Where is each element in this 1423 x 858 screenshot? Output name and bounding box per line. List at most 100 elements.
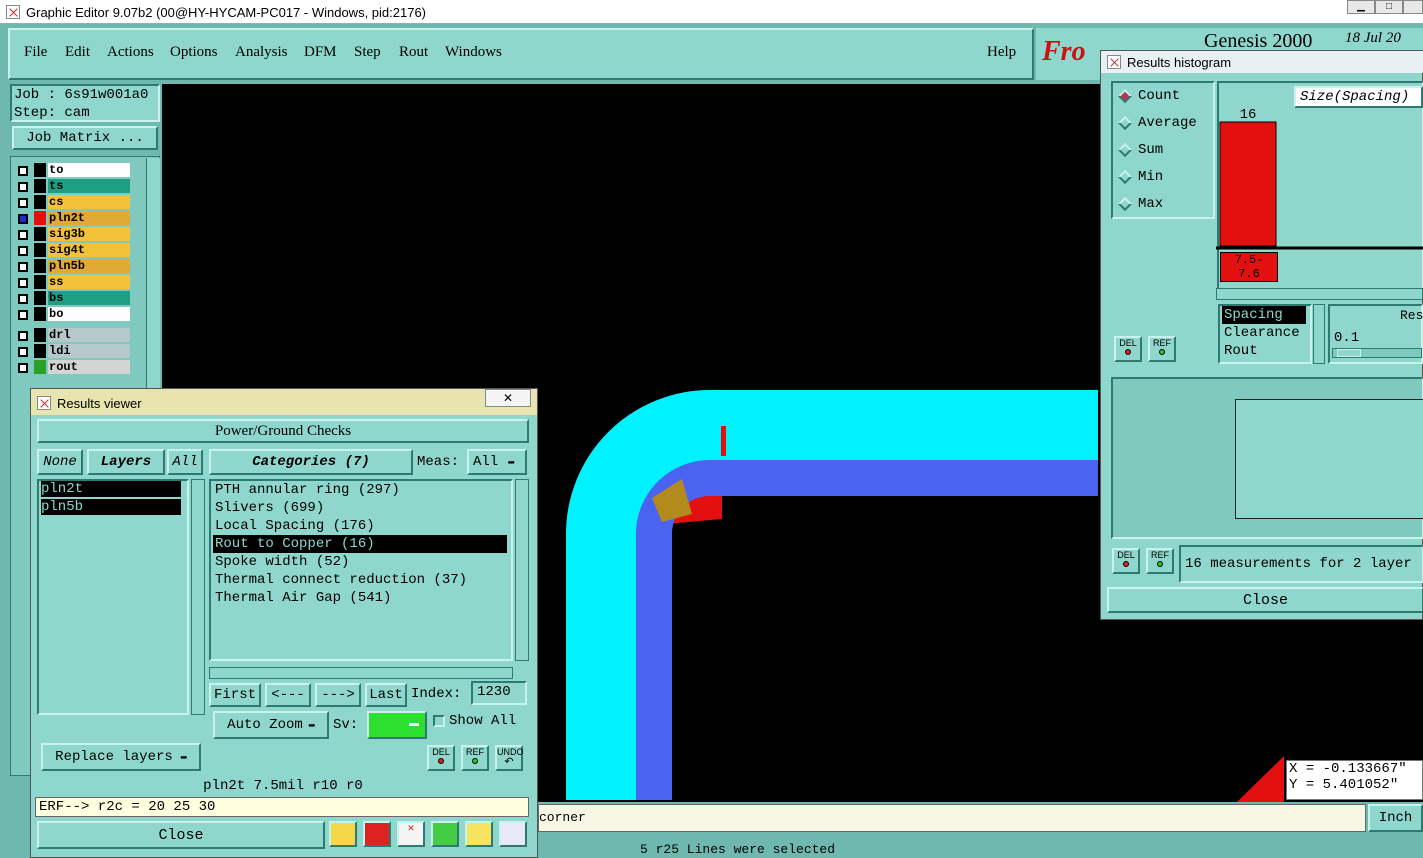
- histogram-icon[interactable]: [499, 821, 527, 847]
- layer-name[interactable]: drl: [48, 328, 130, 342]
- layer-row-bo[interactable]: bo: [14, 307, 132, 322]
- layer-name[interactable]: sig4t: [48, 243, 130, 257]
- categories-button[interactable]: Categories (7): [209, 449, 413, 475]
- histogram-bar[interactable]: [1219, 121, 1277, 247]
- next-button[interactable]: --->: [315, 683, 361, 707]
- histogram-close-button[interactable]: Close: [1107, 587, 1423, 613]
- layer-name[interactable]: pln2t: [48, 211, 130, 225]
- layer-checkbox[interactable]: [18, 198, 28, 208]
- layer-row-drl[interactable]: drl: [14, 328, 132, 343]
- histogram-del-button[interactable]: DEL: [1114, 336, 1142, 362]
- ref-button[interactable]: REF: [461, 745, 489, 771]
- category-item[interactable]: Thermal connect reduction (37): [213, 571, 507, 589]
- prev-button[interactable]: <---: [265, 683, 311, 707]
- menu-step[interactable]: Step: [354, 44, 381, 61]
- menu-windows[interactable]: Windows: [445, 44, 502, 61]
- layers-button[interactable]: Layers: [87, 449, 165, 475]
- mode-radio-min[interactable]: Min: [1117, 169, 1163, 185]
- layer-list-scrollbar[interactable]: [191, 479, 205, 715]
- layer-row-ss[interactable]: ss: [14, 275, 132, 290]
- category-item[interactable]: Thermal Air Gap (541): [213, 589, 507, 607]
- category-item[interactable]: Local Spacing (176): [213, 517, 507, 535]
- layer-row-ldi[interactable]: ldi: [14, 344, 132, 359]
- mode-radio-average[interactable]: Average: [1117, 115, 1197, 131]
- notes-icon[interactable]: [465, 821, 493, 847]
- type-item[interactable]: Rout: [1222, 342, 1306, 360]
- menu-file[interactable]: File: [24, 44, 47, 61]
- menu-rout[interactable]: Rout: [399, 44, 428, 61]
- layer-checkbox[interactable]: [18, 347, 28, 357]
- all-button[interactable]: All: [167, 449, 203, 475]
- numbering-icon[interactable]: [431, 821, 459, 847]
- layer-row-rout[interactable]: rout: [14, 360, 132, 375]
- layer-name[interactable]: ts: [48, 179, 130, 193]
- menu-help[interactable]: Help: [987, 44, 1016, 61]
- categories-vscrollbar[interactable]: [515, 479, 529, 661]
- mode-radio-count[interactable]: Count: [1117, 88, 1180, 104]
- layer-result-item[interactable]: pln5b: [41, 499, 181, 515]
- none-button[interactable]: None: [37, 449, 83, 475]
- layer-row-cs[interactable]: cs: [14, 195, 132, 210]
- res-slider-thumb[interactable]: [1337, 349, 1361, 357]
- categories-hscrollbar[interactable]: [209, 667, 513, 679]
- layer-name[interactable]: sig3b: [48, 227, 130, 241]
- menu-dfm[interactable]: DFM: [304, 44, 337, 61]
- layer-name[interactable]: to: [48, 163, 130, 177]
- category-item[interactable]: Rout to Copper (16): [213, 535, 507, 553]
- layer-checkbox[interactable]: [18, 262, 28, 272]
- close-window-button[interactable]: [1403, 0, 1423, 14]
- layer-checkbox[interactable]: [18, 363, 28, 373]
- mode-radio-sum[interactable]: Sum: [1117, 142, 1163, 158]
- layer-name[interactable]: bo: [48, 307, 130, 321]
- histogram-hscrollbar[interactable]: [1216, 288, 1423, 300]
- first-button[interactable]: First: [209, 683, 261, 707]
- layer-checkbox[interactable]: [18, 331, 28, 341]
- mode-radio-max[interactable]: Max: [1117, 196, 1163, 212]
- layer-name[interactable]: ss: [48, 275, 130, 289]
- layer-checkbox[interactable]: [18, 166, 28, 176]
- layer-checkbox[interactable]: [18, 294, 28, 304]
- layer-name[interactable]: bs: [48, 291, 130, 305]
- auto-zoom-dropdown[interactable]: Auto Zoom ▬: [213, 711, 329, 739]
- job-matrix-button[interactable]: Job Matrix ...: [12, 126, 158, 150]
- undo-button[interactable]: UNDO ↶: [495, 745, 524, 771]
- type-item[interactable]: Clearance: [1222, 324, 1306, 342]
- index-input[interactable]: 1230: [471, 681, 527, 705]
- menu-actions[interactable]: Actions: [107, 44, 154, 61]
- close-button[interactable]: Close: [37, 821, 325, 849]
- layer-checkbox[interactable]: [18, 182, 28, 192]
- layer-row-to[interactable]: to: [14, 163, 132, 178]
- histogram-ref-button[interactable]: REF: [1148, 336, 1176, 362]
- menu-edit[interactable]: Edit: [65, 44, 90, 61]
- report-icon[interactable]: [363, 821, 391, 847]
- layer-checkbox[interactable]: [18, 246, 28, 256]
- show-all-checkbox[interactable]: [433, 715, 445, 727]
- menu-analysis[interactable]: Analysis: [235, 44, 288, 61]
- layer-row-ts[interactable]: ts: [14, 179, 132, 194]
- layer-checkbox[interactable]: [18, 230, 28, 240]
- layers-scrollbar[interactable]: [146, 158, 160, 388]
- layer-name[interactable]: ldi: [48, 344, 130, 358]
- meas-dropdown[interactable]: All ▬: [467, 449, 527, 475]
- layer-name[interactable]: rout: [48, 360, 130, 374]
- layer-name[interactable]: pln5b: [48, 259, 130, 273]
- histogram-ref-button-2[interactable]: REF: [1146, 548, 1174, 574]
- res-slider[interactable]: [1332, 348, 1422, 358]
- category-item[interactable]: Slivers (699): [213, 499, 507, 517]
- probe-icon[interactable]: [329, 821, 357, 847]
- type-item[interactable]: Spacing: [1222, 306, 1306, 324]
- type-list-scrollbar[interactable]: [1313, 304, 1325, 364]
- layer-result-item[interactable]: pln2t: [41, 481, 181, 497]
- layer-row-bs[interactable]: bs: [14, 291, 132, 306]
- layer-checkbox[interactable]: [18, 214, 28, 224]
- units-button[interactable]: Inch: [1368, 804, 1423, 832]
- layer-checkbox[interactable]: [18, 278, 28, 288]
- layer-row-pln5b[interactable]: pln5b: [14, 259, 132, 274]
- layer-row-pln2t[interactable]: pln2t: [14, 211, 132, 226]
- sv-color-dropdown[interactable]: ▬: [367, 711, 427, 739]
- layer-row-sig3b[interactable]: sig3b: [14, 227, 132, 242]
- category-item[interactable]: PTH annular ring (297): [213, 481, 507, 499]
- category-item[interactable]: Spoke width (52): [213, 553, 507, 571]
- minimize-button[interactable]: ▁: [1347, 0, 1375, 14]
- last-button[interactable]: Last: [365, 683, 407, 707]
